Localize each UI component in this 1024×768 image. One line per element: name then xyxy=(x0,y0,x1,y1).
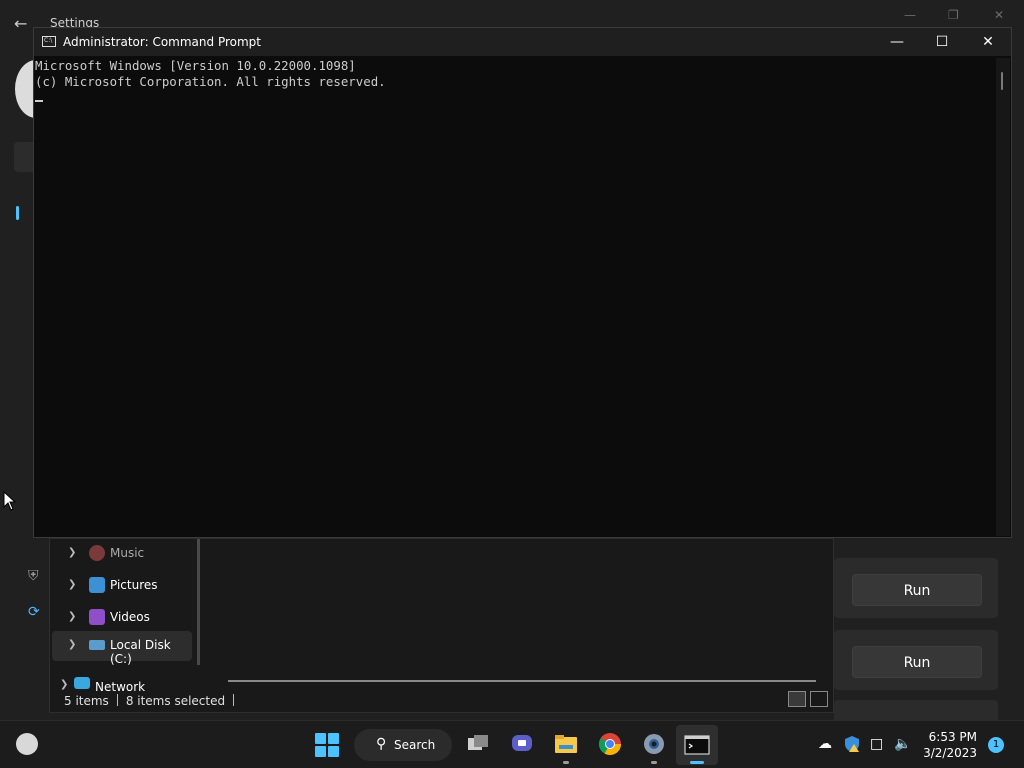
videos-folder-icon xyxy=(89,609,105,625)
start-button[interactable] xyxy=(315,733,339,757)
tree-item-pictures[interactable]: ❯ Pictures xyxy=(52,571,192,601)
mouse-pointer-icon xyxy=(3,491,17,511)
back-arrow-icon[interactable]: ← xyxy=(14,14,27,33)
command-prompt-icon[interactable] xyxy=(684,733,710,759)
chevron-right-icon[interactable]: ❯ xyxy=(60,679,68,690)
tree-item-local-disk[interactable]: ❯ Local Disk (C:) xyxy=(52,631,192,666)
text-cursor xyxy=(35,100,43,102)
windows-update-icon[interactable]: ⟳ xyxy=(28,604,40,620)
network-icon xyxy=(74,677,90,689)
close-button[interactable]: ✕ xyxy=(965,28,1011,56)
active-indicator xyxy=(690,761,704,764)
run-button[interactable]: Run xyxy=(852,646,982,678)
minimize-button[interactable]: — xyxy=(874,28,920,56)
maximize-button[interactable]: ☐ xyxy=(919,28,965,56)
console-line: Microsoft Windows [Version 10.0.22000.10… xyxy=(35,58,356,73)
console-output[interactable]: Microsoft Windows [Version 10.0.22000.10… xyxy=(35,58,995,528)
tree-item-videos[interactable]: ❯ Videos xyxy=(52,603,192,633)
file-explorer-icon[interactable] xyxy=(553,731,579,757)
status-bar: 5 items 8 items selected xyxy=(64,694,242,708)
music-folder-icon xyxy=(89,545,105,561)
network-tray-icon[interactable]: □ xyxy=(870,736,883,752)
search-icon: ⚲ xyxy=(376,736,387,752)
chevron-right-icon[interactable]: ❯ xyxy=(68,611,76,622)
details-view-icon[interactable] xyxy=(788,691,806,707)
pictures-folder-icon xyxy=(89,577,105,593)
settings-gear-icon[interactable] xyxy=(641,731,667,757)
drive-icon xyxy=(89,640,105,650)
item-count: 5 items xyxy=(64,694,109,708)
taskbar-search-button[interactable]: ⚲ Search xyxy=(354,729,452,761)
command-prompt-window: C:\ Administrator: Command Prompt — ☐ ✕ … xyxy=(33,27,1012,538)
running-indicator xyxy=(651,761,657,764)
cmd-window-title: Administrator: Command Prompt xyxy=(63,35,261,49)
selection-count: 8 items selected xyxy=(125,694,226,708)
console-line: (c) Microsoft Corporation. All rights re… xyxy=(35,74,386,89)
chevron-right-icon[interactable]: ❯ xyxy=(68,639,76,650)
settings-card xyxy=(834,700,998,720)
chevron-right-icon[interactable]: ❯ xyxy=(68,547,76,558)
tree-item-music[interactable]: ❯ Music xyxy=(52,539,192,569)
taskbar: ⚲ Search ☁ □ 🔈 6:53 PM 3/2/2023 1 xyxy=(0,720,1024,768)
security-shield-icon[interactable] xyxy=(843,735,861,753)
settings-minimize-icon[interactable]: — xyxy=(904,8,916,22)
cmd-app-icon: C:\ xyxy=(42,36,56,47)
tiles-view-icon[interactable] xyxy=(810,691,828,707)
system-clock[interactable]: 6:53 PM 3/2/2023 xyxy=(915,729,977,761)
clock-date: 3/2/2023 xyxy=(923,746,977,760)
settings-restore-icon[interactable]: ❐ xyxy=(948,8,959,22)
settings-close-icon[interactable]: ✕ xyxy=(994,8,1004,22)
running-indicator xyxy=(563,761,569,764)
cmd-title-bar[interactable]: C:\ Administrator: Command Prompt — ☐ ✕ xyxy=(34,28,1011,56)
onedrive-offline-icon[interactable]: ☁ xyxy=(818,736,832,752)
navigation-pane: ❯ Music ❯ Pictures ❯ Videos ❯ Local Disk… xyxy=(50,539,200,694)
console-scrollbar[interactable] xyxy=(996,58,1010,536)
file-explorer-window: ❯ Music ❯ Pictures ❯ Videos ❯ Local Disk… xyxy=(49,538,834,713)
chevron-right-icon[interactable]: ❯ xyxy=(68,579,76,590)
nav-pane-scrollbar[interactable] xyxy=(197,539,200,665)
task-view-icon[interactable] xyxy=(465,731,491,757)
chat-icon[interactable] xyxy=(509,731,535,757)
console-prompt-line xyxy=(35,90,995,106)
volume-icon[interactable]: 🔈 xyxy=(894,736,911,752)
shield-icon[interactable]: ⛨ xyxy=(28,568,39,584)
chrome-icon[interactable] xyxy=(597,731,623,757)
notification-badge[interactable]: 1 xyxy=(988,737,1004,753)
nav-selection-indicator xyxy=(16,206,19,220)
clock-time: 6:53 PM xyxy=(928,730,977,744)
horizontal-scrollbar[interactable] xyxy=(228,680,816,682)
weather-widget-icon[interactable] xyxy=(16,733,38,755)
run-button[interactable]: Run xyxy=(852,574,982,606)
console-scrollbar-thumb[interactable] xyxy=(1001,72,1003,90)
